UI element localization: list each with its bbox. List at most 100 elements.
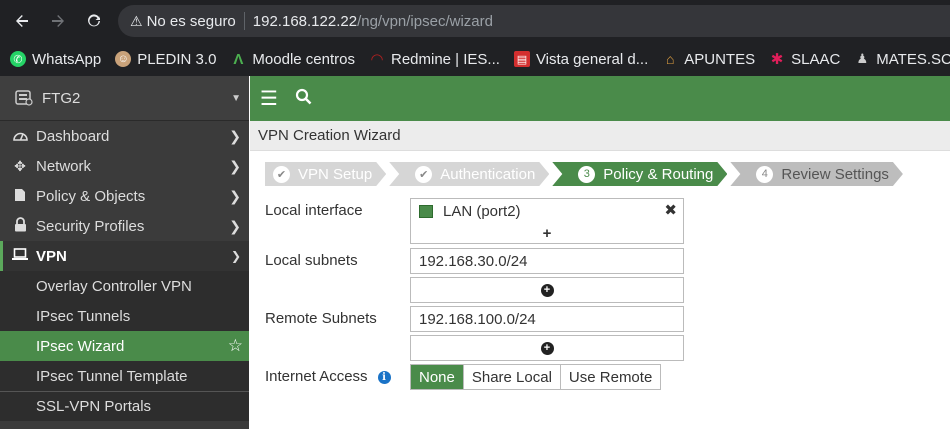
sidebar-subitem-ipsec-wizard[interactable]: IPsec Wizard ☆ <box>0 331 249 361</box>
browser-toolbar: ⚠ No es seguro 192.168.122.22/ng/vpn/ips… <box>0 0 950 42</box>
apuntes-icon: ⌂ <box>666 51 675 67</box>
internet-access-label: Internet Access <box>265 368 368 385</box>
sidebar-subitem-label: Overlay Controller VPN <box>36 277 192 295</box>
sidebar-item-vpn[interactable]: VPN ❯ <box>0 241 249 271</box>
sidebar-item-dashboard[interactable]: Dashboard ❯ <box>0 121 249 151</box>
back-icon[interactable] <box>4 0 40 42</box>
check-icon: ✔ <box>415 166 432 183</box>
document-icon <box>12 188 28 205</box>
sidebar-item-network[interactable]: ✥ Network ❯ <box>0 151 249 181</box>
moodle-icon: Ʌ <box>233 50 244 68</box>
step-authentication[interactable]: ✔ Authentication <box>389 162 549 186</box>
device-selector[interactable]: FTG2 ▼ <box>0 76 249 121</box>
vista-icon: ▤ <box>513 51 530 67</box>
sidebar-item-policy-objects[interactable]: Policy & Objects ❯ <box>0 181 249 211</box>
bookmark-label: PLEDIN 3.0 <box>137 50 217 68</box>
page-title: VPN Creation Wizard <box>250 121 950 151</box>
step-vpn-setup[interactable]: ✔ VPN Setup <box>265 162 386 186</box>
sidebar-subitem-label: SSL-VPN Portals <box>36 398 152 415</box>
info-icon[interactable]: i <box>377 370 391 384</box>
interface-entry: LAN (port2) ✖ <box>411 199 683 223</box>
caret-down-icon: ▼ <box>231 92 241 104</box>
mates-icon: ♟ <box>856 51 869 66</box>
bookmark-moodle[interactable]: Ʌ Moodle centros <box>230 51 355 68</box>
sidebar-subitem-label: IPsec Tunnel Template <box>36 367 188 385</box>
bookmark-label: Redmine | IES... <box>390 50 500 68</box>
whatsapp-icon: ✆ <box>10 51 26 67</box>
plus-circle-icon: + <box>540 283 554 297</box>
laptop-icon <box>12 248 28 264</box>
sidebar-item-security-profiles[interactable]: Security Profiles ❯ <box>0 211 249 241</box>
bookmark-whatsapp[interactable]: ✆ WhatsApp <box>10 51 101 68</box>
warning-icon: ⚠ <box>130 12 143 29</box>
search-icon[interactable] <box>288 88 318 110</box>
sidebar-item-label: Policy & Objects <box>36 187 146 205</box>
network-icon: ✥ <box>14 157 26 174</box>
local-subnets-label: Local subnets <box>265 252 358 269</box>
sidebar-item-label: VPN <box>36 247 67 265</box>
sidebar-item-label: Security Profiles <box>36 217 145 235</box>
remote-subnets-label: Remote Subnets <box>265 310 377 327</box>
step-review-settings[interactable]: 4 Review Settings <box>730 162 903 186</box>
step-policy-routing[interactable]: 3 Policy & Routing <box>552 162 727 186</box>
internet-none-option[interactable]: None <box>411 365 464 389</box>
bookmark-slaac[interactable]: ✱ SLAAC <box>769 51 841 69</box>
bookmark-label: MATES.SCI <box>876 50 950 68</box>
check-icon: ✔ <box>273 166 290 183</box>
step-number: 4 <box>756 166 773 183</box>
sidebar-subitem-ipsec-tunnels[interactable]: IPsec Tunnels <box>0 301 249 331</box>
lock-icon <box>12 217 28 235</box>
remove-icon[interactable]: ✖ <box>664 201 677 219</box>
sidebar-item-label: Network <box>36 157 92 175</box>
chevron-right-icon: ❯ <box>229 157 241 174</box>
sidebar-subitem-label: IPsec Wizard <box>36 337 125 355</box>
chevron-right-icon: ❯ <box>229 217 241 234</box>
bookmark-apuntes[interactable]: ⌂ APUNTES <box>662 51 755 68</box>
local-interface-label: Local interface <box>265 202 363 219</box>
local-interface-field[interactable]: LAN (port2) ✖ + <box>410 198 684 244</box>
remote-subnet-input[interactable]: 192.168.100.0/24 <box>410 306 684 332</box>
wizard-content: ✔ VPN Setup ✔ Authentication 3 Policy & Rou… <box>250 151 950 429</box>
chevron-right-icon: ❯ <box>229 127 241 144</box>
device-icon <box>14 89 34 107</box>
reload-icon[interactable] <box>76 0 112 42</box>
bookmark-redmine[interactable]: ◠ Redmine | IES... <box>369 50 500 69</box>
bookmark-vista[interactable]: ▤ Vista general d... <box>513 51 648 68</box>
step-label: Review Settings <box>781 165 889 183</box>
sidebar-subitem-overlay-controller[interactable]: Overlay Controller VPN <box>0 271 249 301</box>
bookmarks-bar: ✆ WhatsApp ☺ PLEDIN 3.0 Ʌ Moodle centros ◠ R… <box>0 42 950 76</box>
bookmark-mates[interactable]: ♟ MATES.SCI <box>854 51 950 68</box>
top-bar: ☰ <box>250 76 950 121</box>
url-bar[interactable]: ⚠ No es seguro 192.168.122.22/ng/vpn/ips… <box>118 5 950 37</box>
chevron-right-icon: ❯ <box>229 187 241 204</box>
add-remote-subnet-button[interactable]: + <box>410 335 684 361</box>
sidebar-subitem-label: IPsec Tunnels <box>36 307 131 325</box>
pledin-icon: ☺ <box>115 51 132 67</box>
internet-access-toggle: None Share Local Use Remote <box>410 364 662 390</box>
hamburger-menu-icon[interactable]: ☰ <box>250 86 288 111</box>
add-local-subnet-button[interactable]: + <box>410 277 684 303</box>
step-label: Policy & Routing <box>603 165 714 183</box>
url-path: /ng/vpn/ipsec/wizard <box>357 12 493 30</box>
forward-icon[interactable] <box>40 0 76 42</box>
add-interface-button[interactable]: + <box>411 223 683 243</box>
bookmark-label: Moodle centros <box>252 50 355 68</box>
local-subnet-input[interactable]: 192.168.30.0/24 <box>410 248 684 274</box>
step-number: 3 <box>578 166 595 183</box>
plus-circle-icon: + <box>540 341 554 355</box>
internet-access-label-row: Internet Access i <box>265 368 391 385</box>
port-icon <box>419 204 433 218</box>
slack-icon: ✱ <box>770 51 784 68</box>
star-icon[interactable]: ☆ <box>228 336 243 356</box>
step-label: VPN Setup <box>298 165 373 183</box>
internet-use-remote-option[interactable]: Use Remote <box>560 365 661 389</box>
sidebar: FTG2 ▼ Dashboard ❯ ✥ Network ❯ Policy & … <box>0 76 249 429</box>
internet-share-local-option[interactable]: Share Local <box>463 365 561 389</box>
dashboard-icon <box>12 128 28 144</box>
sidebar-subitem-ipsec-tunnel-template[interactable]: IPsec Tunnel Template <box>0 361 249 391</box>
bookmark-pledin[interactable]: ☺ PLEDIN 3.0 <box>115 51 216 68</box>
sidebar-item-label: Dashboard <box>36 127 110 145</box>
device-name: FTG2 <box>42 89 81 107</box>
sidebar-subitem-ssl-vpn-portals[interactable]: SSL-VPN Portals <box>0 391 249 421</box>
redmine-icon: ◠ <box>371 51 383 68</box>
